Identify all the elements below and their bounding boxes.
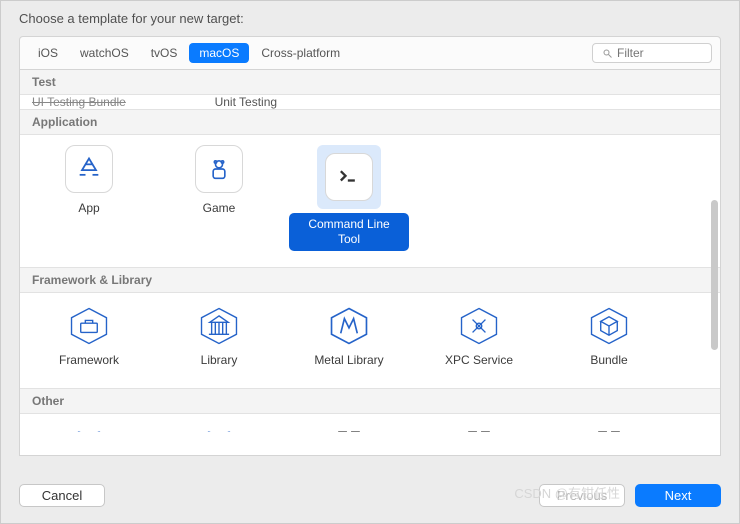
selection-highlight	[317, 145, 381, 209]
section-other-items	[20, 414, 720, 432]
template-app[interactable]: App	[24, 141, 154, 257]
template-item[interactable]	[24, 422, 154, 432]
section-framework-items: Framework Library Metal Library XPC Serv…	[20, 293, 720, 388]
template-game[interactable]: Game	[154, 141, 284, 257]
dialog-title: Choose a template for your new target:	[1, 1, 739, 32]
template-metal-library[interactable]: Metal Library	[284, 299, 414, 378]
filter-field[interactable]	[592, 43, 712, 63]
template-item-label: Command Line Tool	[289, 213, 409, 251]
terminal-icon	[325, 153, 373, 201]
template-item-label: Library	[193, 349, 246, 372]
template-command-line-tool[interactable]: Command Line Tool	[284, 141, 414, 257]
template-list[interactable]: Test UI Testing Bundle Unit Testing Bund…	[19, 69, 721, 456]
platform-tab-row: iOS watchOS tvOS macOS Cross-platform	[19, 36, 721, 69]
template-xpc-service[interactable]: XPC Service	[414, 299, 544, 378]
template-item-label: App	[70, 197, 107, 220]
filter-input[interactable]	[617, 46, 697, 60]
template-item-label: Metal Library	[306, 349, 391, 372]
template-framework[interactable]: Framework	[24, 299, 154, 378]
tab-tvos[interactable]: tvOS	[141, 43, 188, 63]
template-item-label: Unit Testing Bundle	[206, 95, 286, 109]
next-button[interactable]: Next	[635, 484, 721, 507]
template-item[interactable]	[544, 422, 674, 432]
template-item-label: Framework	[51, 349, 127, 372]
section-application-header: Application	[20, 109, 720, 135]
bundle-icon	[586, 303, 632, 349]
app-store-icon	[65, 145, 113, 193]
section-other-header: Other	[20, 388, 720, 414]
previous-button[interactable]: Previous	[539, 484, 625, 507]
section-test-header: Test	[20, 70, 720, 95]
template-item-label: XPC Service	[437, 349, 521, 372]
template-chooser-dialog: Choose a template for your new target: i…	[0, 0, 740, 524]
platform-tabs: iOS watchOS tvOS macOS Cross-platform	[28, 43, 592, 63]
tab-watchos[interactable]: watchOS	[70, 43, 139, 63]
section-test-partial: UI Testing Bundle Unit Testing Bundle	[20, 95, 720, 109]
toolbox-icon	[66, 303, 112, 349]
template-item-label: Bundle	[582, 349, 635, 372]
template-item-label: Game	[195, 197, 244, 220]
template-library[interactable]: Library	[154, 299, 284, 378]
template-item[interactable]	[154, 422, 284, 432]
section-application-items: App Game Command Line Tool	[20, 135, 720, 267]
game-icon	[195, 145, 243, 193]
template-item[interactable]	[284, 422, 414, 432]
template-item-label: UI Testing Bundle	[32, 95, 126, 109]
template-bundle[interactable]: Bundle	[544, 299, 674, 378]
filter-icon	[601, 47, 613, 59]
tab-crossplatform[interactable]: Cross-platform	[251, 43, 350, 63]
cancel-button[interactable]: Cancel	[19, 484, 105, 507]
library-icon	[196, 303, 242, 349]
button-bar: Cancel Previous Next	[1, 470, 739, 523]
scrollbar[interactable]	[711, 200, 718, 350]
xpc-icon	[456, 303, 502, 349]
tab-macos[interactable]: macOS	[189, 43, 249, 63]
template-item[interactable]	[414, 422, 544, 432]
tab-ios[interactable]: iOS	[28, 43, 68, 63]
metal-icon	[326, 303, 372, 349]
section-framework-header: Framework & Library	[20, 267, 720, 293]
